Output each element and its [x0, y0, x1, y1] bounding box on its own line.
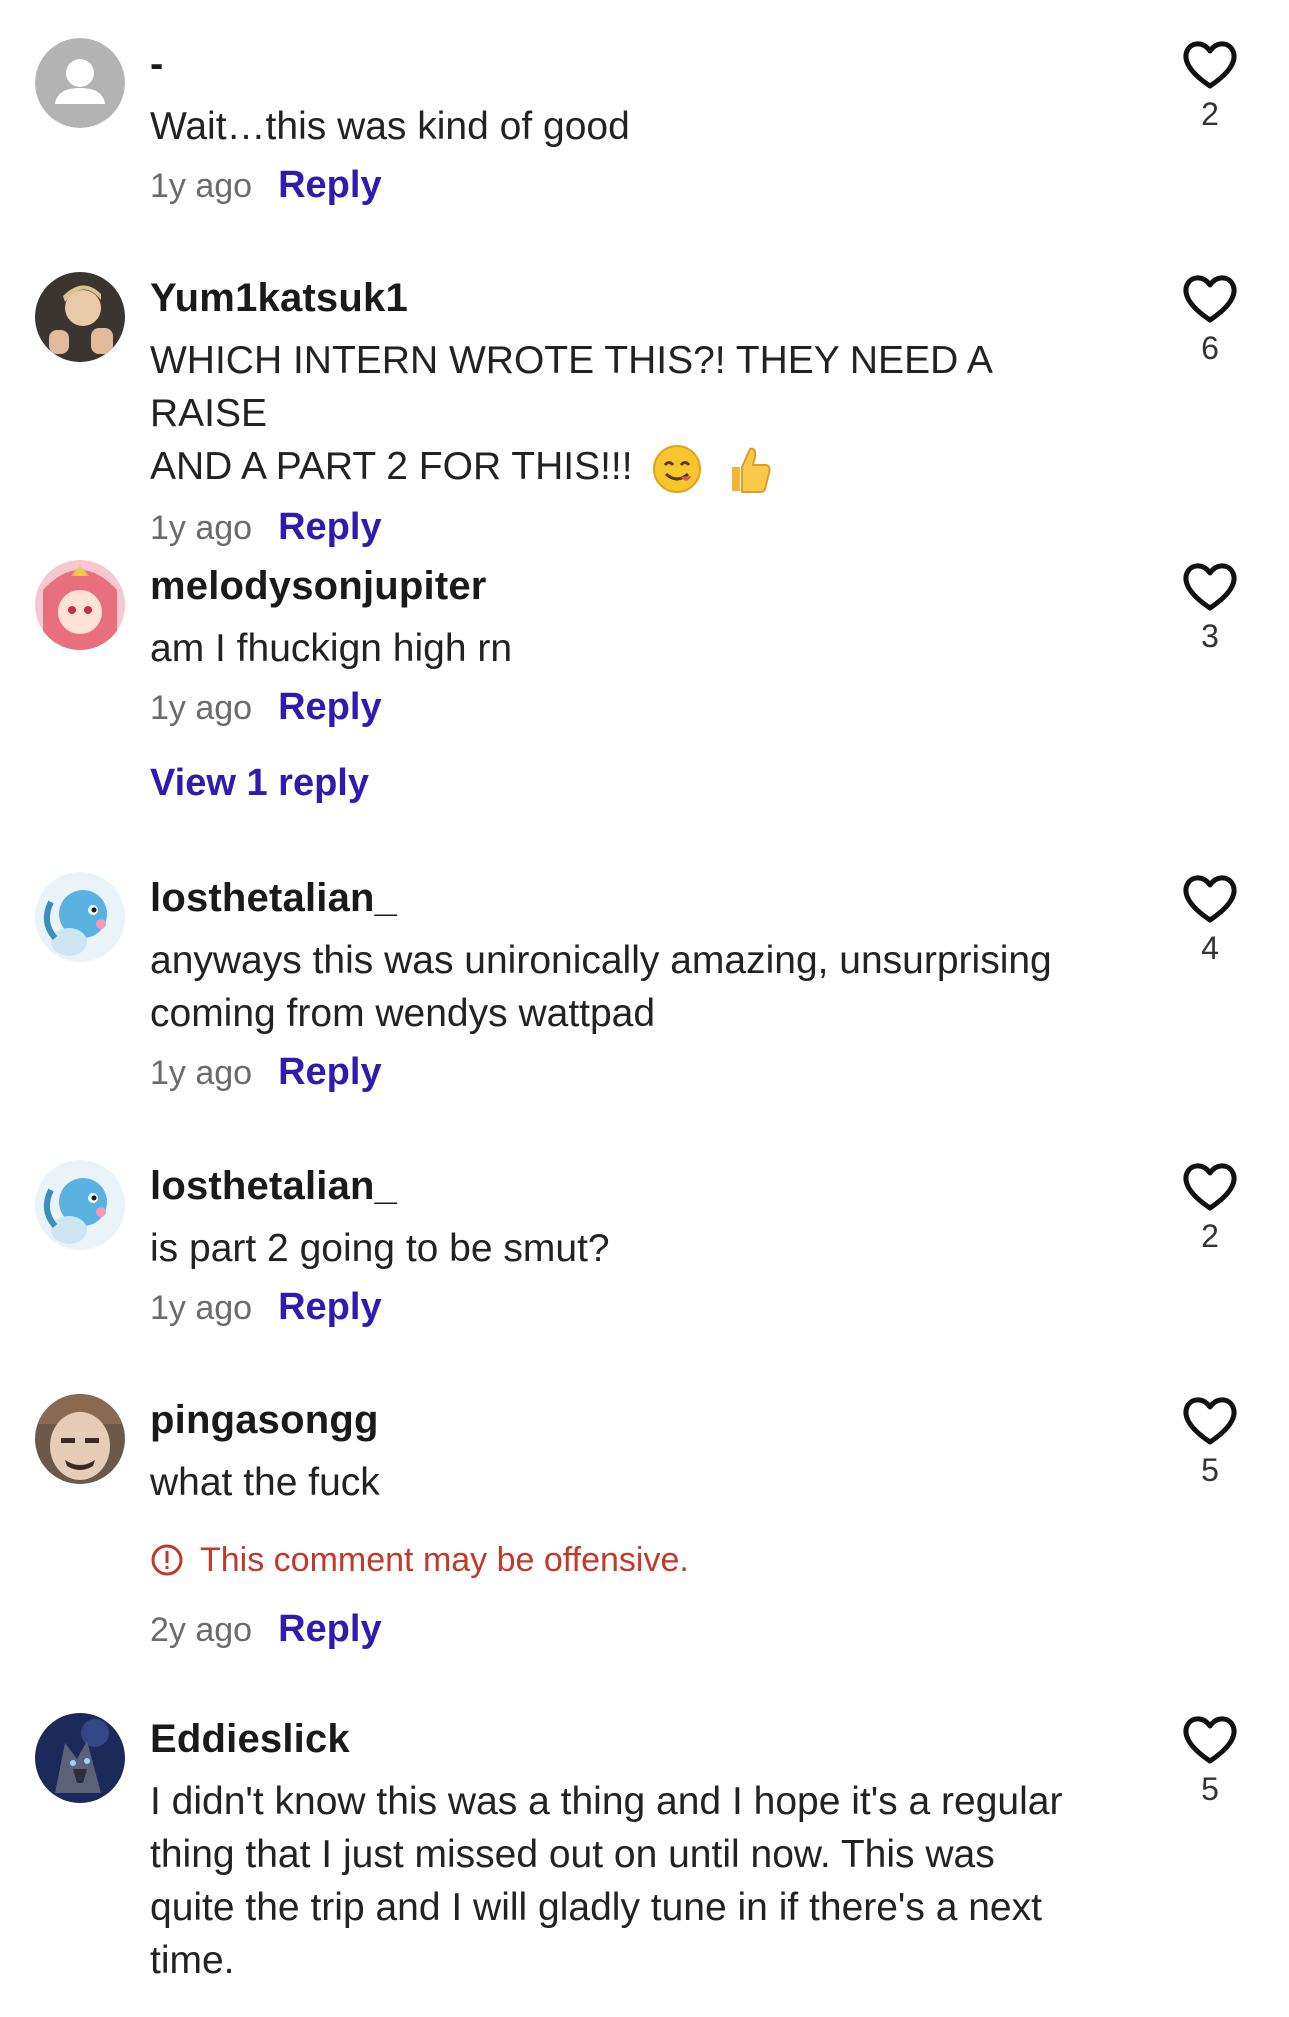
like-count: 2 [1201, 1218, 1219, 1254]
like-button[interactable]: 2 [1180, 1160, 1240, 1256]
comment-username[interactable]: Eddieslick [150, 1713, 1110, 1765]
comment-time: 1y ago [150, 1054, 253, 1092]
comment-time: 2y ago [150, 1611, 253, 1649]
heart-icon [1183, 1163, 1237, 1211]
heart-icon [1183, 275, 1237, 323]
comment-text: WHICH INTERN WROTE THIS?! THEY NEED A RA… [150, 334, 1110, 495]
comment-text-line: I didn't know this was a thing and I hop… [150, 1780, 1063, 1823]
comment-time: 1y ago [150, 1289, 253, 1327]
comment-time: 1y ago [150, 689, 253, 727]
like-button[interactable]: 6 [1180, 272, 1240, 368]
heart-icon [1183, 41, 1237, 89]
comment-username[interactable]: losthetalian_ [150, 1160, 1110, 1212]
like-count: 4 [1201, 930, 1219, 966]
like-button[interactable]: 2 [1180, 38, 1240, 134]
comment-time: 1y ago [150, 508, 253, 547]
comment-text: I didn't know this was a thing and I hop… [150, 1775, 1110, 1987]
comment-text-line: coming from wendys wattpad [150, 992, 656, 1035]
comment-text: Wait…this was kind of good [150, 105, 630, 148]
comment-username[interactable]: Yum1katsuk1 [150, 272, 1110, 324]
comment-text: what the fuck [150, 1461, 380, 1504]
reply-button[interactable]: Reply [278, 683, 381, 731]
heart-icon [1183, 563, 1237, 611]
like-button[interactable]: 5 [1180, 1713, 1240, 1809]
reply-button[interactable]: Reply [278, 1048, 381, 1096]
user-photo-avatar [35, 272, 125, 362]
view-replies-button[interactable]: View 1 reply [150, 758, 369, 808]
comment-text-line: WHICH INTERN WROTE THIS?! THEY NEED A RA… [150, 339, 991, 435]
comment-username[interactable]: pingasongg [150, 1394, 1110, 1446]
like-count: 3 [1201, 618, 1219, 654]
default-user-icon [35, 38, 125, 128]
comment-text-line: time. [150, 1939, 235, 1982]
reply-button[interactable]: Reply [278, 503, 381, 551]
offensive-warning: This comment may be offensive. [150, 1537, 1110, 1583]
comment-text: is part 2 going to be smut? [150, 1227, 610, 1270]
heart-icon [1183, 1397, 1237, 1445]
thumbs-up-emoji [732, 447, 771, 493]
comment-text-line: AND A PART 2 FOR THIS!!! [150, 440, 1110, 495]
comment-meta: 1y ago Reply [150, 683, 1110, 732]
comment-username[interactable]: melodysonjupiter [150, 560, 1110, 612]
comment-username[interactable]: - [150, 38, 1110, 90]
comment-text-line: anyways this was unironically amazing, u… [150, 939, 1052, 982]
like-count: 6 [1201, 330, 1219, 366]
heart-icon [1183, 1716, 1237, 1764]
comment-meta: 1y ago Reply [150, 161, 1110, 210]
comment-meta: 1y ago Reply [150, 1283, 1110, 1332]
avatar[interactable] [35, 560, 125, 650]
comment-text-line-content: AND A PART 2 FOR THIS!!! [150, 445, 633, 488]
comment-meta: 1y ago Reply [150, 1048, 1110, 1097]
like-count: 5 [1201, 1452, 1219, 1488]
alert-circle-icon [151, 1544, 183, 1576]
wolf-avatar [35, 1713, 125, 1803]
avatar[interactable] [35, 1394, 125, 1484]
avatar[interactable] [35, 272, 125, 362]
user-photo-avatar [35, 1394, 125, 1484]
like-count: 2 [1201, 96, 1219, 132]
like-button[interactable]: 4 [1180, 872, 1240, 968]
avatar[interactable] [35, 38, 125, 128]
cartoon-avatar [35, 1160, 125, 1250]
comment-meta: 2y ago Reply [150, 1605, 1110, 1654]
warning-text: This comment may be offensive. [200, 1541, 689, 1579]
cartoon-avatar [35, 872, 125, 962]
comment-username[interactable]: losthetalian_ [150, 872, 1110, 924]
comment-time: 1y ago [150, 167, 253, 205]
heart-icon [1183, 875, 1237, 923]
avatar[interactable] [35, 872, 125, 962]
avatar[interactable] [35, 1160, 125, 1250]
comment-meta: 1y ago Reply [150, 503, 1110, 552]
yum-face-emoji [653, 444, 702, 493]
comment-text: anyways this was unironically amazing, u… [150, 934, 1110, 1040]
like-button[interactable]: 3 [1180, 560, 1240, 656]
comment-text: am I fhuckign high rn [150, 627, 513, 670]
reply-button[interactable]: Reply [278, 161, 381, 209]
reply-button[interactable]: Reply [278, 1605, 381, 1653]
comment-text-line: thing that I just missed out on until no… [150, 1833, 995, 1876]
reply-button[interactable]: Reply [278, 1283, 381, 1331]
avatar[interactable] [35, 1713, 125, 1803]
like-button[interactable]: 5 [1180, 1394, 1240, 1490]
comment-text-line: quite the trip and I will gladly tune in… [150, 1886, 1042, 1929]
like-count: 5 [1201, 1771, 1219, 1807]
anime-avatar [35, 560, 125, 650]
